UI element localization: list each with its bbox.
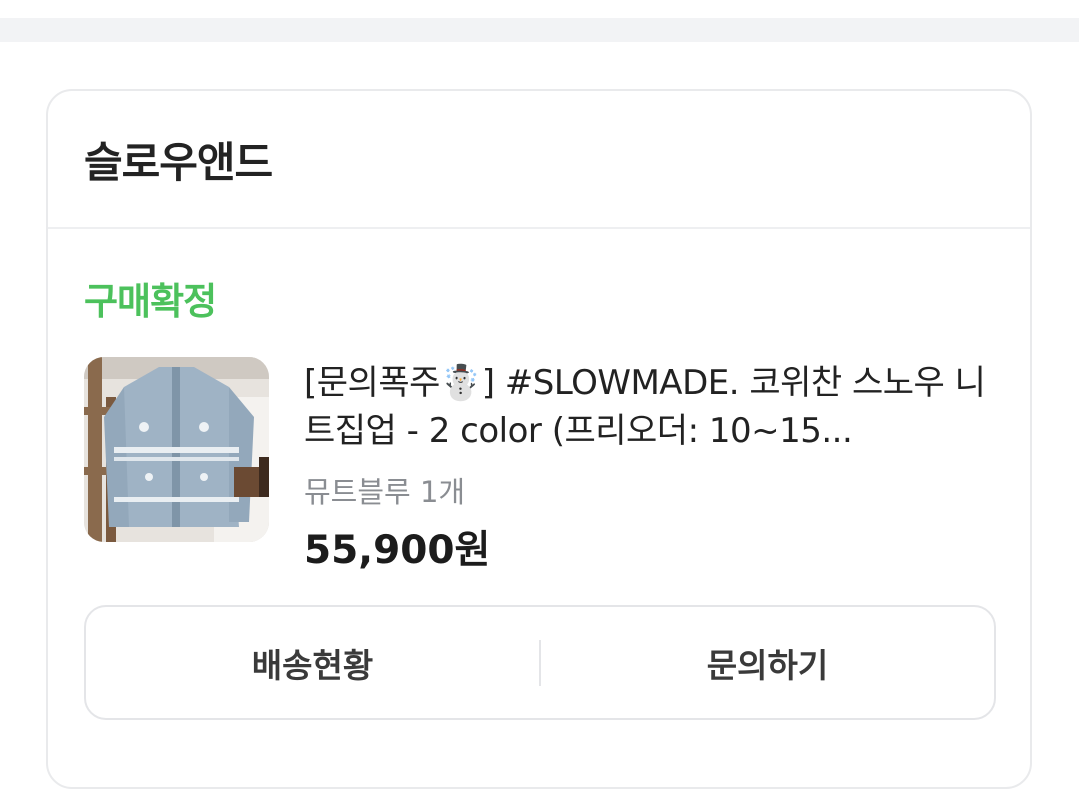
- section-separator: [0, 18, 1079, 42]
- product-title[interactable]: [문의폭주☃️] #SLOWMADE. 코위찬 스노우 니트집업 - 2 col…: [304, 359, 1004, 455]
- store-header[interactable]: 슬로우앤드: [48, 91, 1030, 229]
- top-strip: [0, 0, 1079, 18]
- product-option: 뮤트블루 1개: [304, 475, 466, 509]
- order-status-badge: 구매확정: [84, 280, 217, 323]
- product-price: 55,900원: [304, 528, 491, 573]
- order-actions: 배송현황 문의하기: [84, 605, 996, 720]
- product-thumbnail[interactable]: [84, 357, 269, 542]
- delivery-status-button[interactable]: 배송현황: [86, 607, 539, 718]
- knit-sweater-image: [84, 357, 269, 542]
- store-name[interactable]: 슬로우앤드: [84, 129, 273, 190]
- order-card: 슬로우앤드 구매확정 [문의폭주☃️] #SLOWMADE. 코위찬 스노우 니…: [46, 89, 1032, 789]
- inquiry-button[interactable]: 문의하기: [541, 607, 994, 718]
